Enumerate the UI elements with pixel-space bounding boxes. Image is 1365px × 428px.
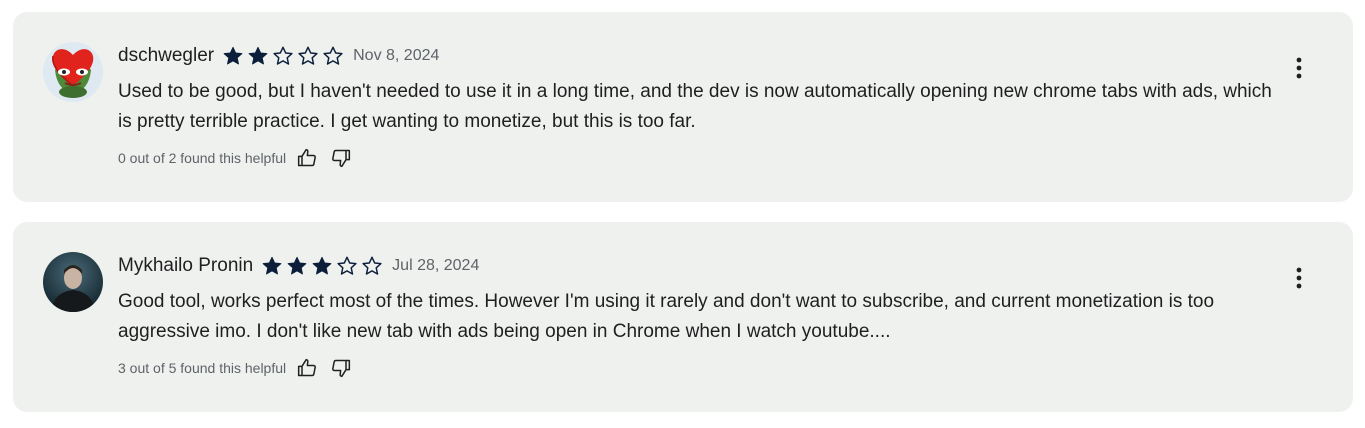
thumbs-down-button[interactable] bbox=[328, 145, 354, 171]
author-name: Mykhailo Pronin bbox=[118, 255, 254, 276]
filled-star-icon bbox=[223, 46, 243, 65]
review-list: dschwegler Nov 8, 2024 Used to be good, … bbox=[0, 0, 1365, 428]
avatar bbox=[43, 252, 103, 312]
thumbs-up-icon bbox=[298, 148, 317, 167]
review-header: dschwegler Nov 8, 2024 bbox=[118, 43, 439, 69]
star-rating bbox=[222, 45, 347, 67]
thumbs-down-icon bbox=[332, 359, 351, 378]
review-card: dschwegler Nov 8, 2024 Used to be good, … bbox=[13, 12, 1353, 202]
helpful-row: 3 out of 5 found this helpful bbox=[118, 356, 354, 380]
pepe-heart-avatar-icon bbox=[43, 42, 103, 102]
more-vert-icon bbox=[1296, 57, 1302, 79]
thumbs-down-icon bbox=[332, 149, 351, 168]
more-vert-icon bbox=[1296, 267, 1302, 289]
thumbs-up-icon bbox=[298, 358, 317, 377]
thumbs-up-button[interactable] bbox=[294, 355, 320, 381]
empty-star-icon bbox=[323, 46, 343, 65]
thumbs-up-button[interactable] bbox=[294, 145, 320, 171]
empty-star-icon bbox=[298, 46, 318, 65]
more-options-button[interactable] bbox=[1285, 54, 1313, 82]
empty-star-icon bbox=[273, 46, 293, 65]
helpful-count: 0 out of 2 found this helpful bbox=[118, 150, 287, 166]
helpful-count: 3 out of 5 found this helpful bbox=[118, 360, 287, 376]
avatar bbox=[43, 42, 103, 102]
filled-star-icon bbox=[248, 46, 268, 65]
thumbs-down-button[interactable] bbox=[328, 355, 354, 381]
empty-star-icon bbox=[362, 256, 382, 275]
more-options-button[interactable] bbox=[1285, 264, 1313, 292]
empty-star-icon bbox=[337, 256, 357, 275]
filled-star-icon bbox=[262, 256, 282, 275]
filled-star-icon bbox=[312, 256, 332, 275]
star-rating bbox=[261, 255, 386, 277]
review-header: Mykhailo Pronin Jul 28, 2024 bbox=[118, 253, 479, 279]
review-date: Jul 28, 2024 bbox=[392, 257, 480, 274]
filled-star-icon bbox=[287, 256, 307, 275]
review-card: Mykhailo Pronin Jul 28, 2024 Good tool, … bbox=[13, 222, 1353, 412]
review-text: Used to be good, but I haven't needed to… bbox=[118, 81, 1272, 132]
person-photo-avatar-icon bbox=[43, 252, 103, 312]
review-date: Nov 8, 2024 bbox=[353, 47, 440, 64]
helpful-row: 0 out of 2 found this helpful bbox=[118, 146, 354, 170]
author-name: dschwegler bbox=[118, 45, 215, 66]
review-text: Good tool, works perfect most of the tim… bbox=[118, 291, 1215, 342]
